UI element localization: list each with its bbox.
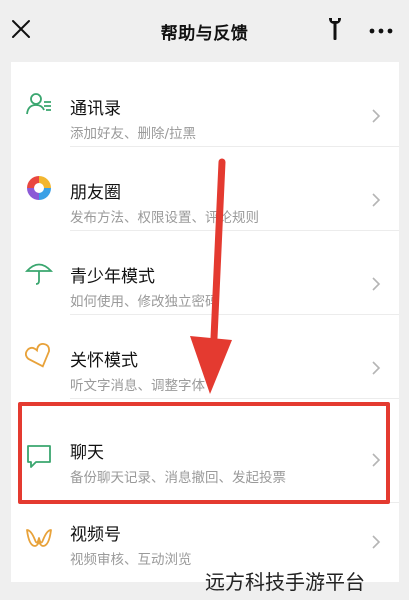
chevron-right-icon: [372, 277, 381, 291]
highlight-box: [18, 402, 390, 504]
top-bar: 帮助与反馈: [0, 0, 409, 62]
chevron-right-icon: [372, 535, 381, 549]
page-title: 帮助与反馈: [160, 24, 249, 44]
umbrella-icon: [25, 263, 53, 285]
moments-icon: [27, 176, 51, 200]
watermark-text: 远方科技手游平台: [205, 570, 365, 594]
item-title: 通讯录: [70, 99, 121, 119]
contacts-icon: [26, 93, 51, 115]
chevron-right-icon: [372, 193, 381, 207]
item-title: 青少年模式: [70, 267, 155, 287]
wrench-icon[interactable]: [326, 16, 344, 42]
heart-icon: [25, 342, 50, 368]
chevron-right-icon: [372, 361, 381, 375]
item-title: 视频号: [70, 525, 121, 545]
red-arrow-annotation: [190, 158, 232, 394]
item-title: 朋友圈: [70, 183, 121, 203]
item-subtitle: 视频审核、互动浏览: [70, 552, 192, 568]
channels-icon: [26, 529, 52, 547]
chevron-right-icon: [372, 109, 381, 123]
list-item-contacts[interactable]: 通讯录 添加好友、删除/拉黑: [11, 62, 399, 146]
item-title: 关怀模式: [70, 351, 138, 371]
item-subtitle: 添加好友、删除/拉黑: [70, 126, 197, 142]
more-icon[interactable]: [367, 17, 395, 41]
